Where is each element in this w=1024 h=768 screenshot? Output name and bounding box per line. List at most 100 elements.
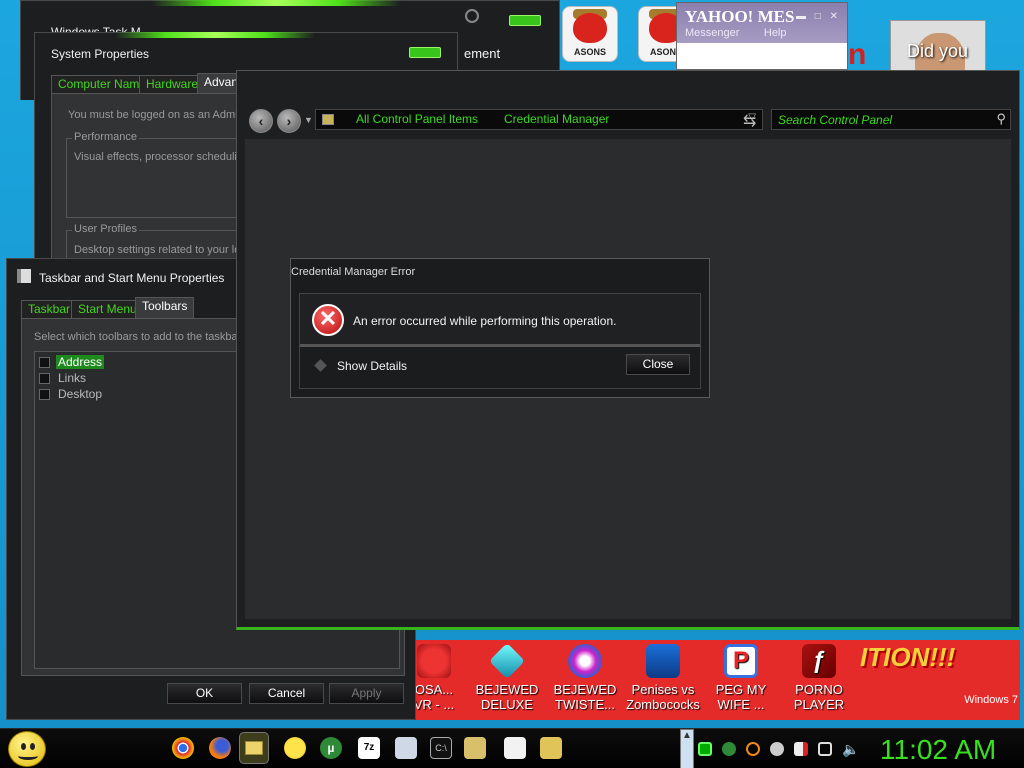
utorrent-icon[interactable]: µ [320,737,342,759]
desktop-icon-peg[interactable]: P PEG MY WIFE ... [703,644,779,712]
tab-taskbar[interactable]: Taskbar [21,300,78,319]
desktop-icon-bejeweled-deluxe[interactable]: BEJEWED DELUXE [469,642,545,712]
yahoo-window-controls[interactable]: ▬ □ ✕ [796,11,841,22]
yahoo-help-menu[interactable]: Help [764,27,787,39]
admin-notice: You must be logged on as an Admin [68,109,244,121]
address-bar[interactable]: All Control Panel Items Credential Manag… [315,109,763,130]
performance-label: Performance [72,131,139,143]
desktop-icon-osa[interactable]: OSA... VR - ... [412,644,456,712]
network-icon[interactable] [818,742,832,756]
window-controls[interactable] [509,15,541,26]
user-profiles-description: Desktop settings related to your lo [74,244,241,256]
desktop-icon-label: PEG MY WIFE ... [715,682,767,712]
action-center-icon[interactable] [794,742,808,756]
settings-icon[interactable] [464,737,486,759]
task-manager-fragment: ement [464,46,501,61]
bird-icon [417,644,451,678]
credential-manager-error-dialog[interactable]: Credential Manager Error ✕ An error occu… [290,258,710,398]
desktop-icon-bejeweled-twist[interactable]: BEJEWED TWISTE... [547,644,623,712]
7zip-icon[interactable]: 7z [358,737,380,759]
yahoo-messenger-menu[interactable]: Messenger [685,27,739,39]
toolbar-option-links[interactable]: Links [37,371,197,385]
firefox-icon[interactable] [209,737,231,759]
tab-start-menu[interactable]: Start Menu [71,300,144,319]
explorer-icon[interactable] [239,732,269,764]
folder-icon [245,741,263,755]
app-icon[interactable] [395,737,417,759]
message-area: ✕ An error occurred while performing thi… [300,294,700,350]
desktop-icon-label: OSA... VR - ... [413,682,455,712]
yahoo-panel [677,43,847,69]
chrome-icon[interactable] [172,737,194,759]
yahoo-messenger-window[interactable]: YAHOO! MES ▬ □ ✕ Messenger Help [676,2,848,70]
peggle-icon: P [724,644,758,678]
utorrent-tray-icon[interactable] [722,742,736,756]
bird-icon [573,13,607,43]
background-red-text: n [848,38,867,71]
flash-icon: ƒ [802,644,836,678]
tab-hardware[interactable]: Hardware [139,75,206,94]
dialog-title: Credential Manager Error [291,266,416,278]
close-button[interactable] [409,47,441,58]
gem-icon [488,642,526,680]
desktop-icon-label: Penises vs Zombococks [626,682,700,712]
show-details-toggle[interactable]: Show Details [314,359,408,373]
volume-icon[interactable]: 🔈 [842,742,859,756]
yahoo-logo: YAHOO! MES [685,7,795,26]
tab-computer-name[interactable]: Computer Name [51,75,154,94]
game-icon [646,644,680,678]
control-panel-icon[interactable] [540,737,562,759]
dialog-footer: Show Details Close [300,344,700,388]
desktop-icon-angry-birds-1[interactable]: ASONS [562,6,618,62]
tray-app-icon[interactable] [698,742,712,756]
toolbar-label: Links [58,371,87,385]
error-icon: ✕ [312,304,344,336]
search-box[interactable]: ⚲ [771,109,1011,130]
breadcrumb-all-items[interactable]: All Control Panel Items [356,112,478,126]
desktop-icon-label: BEJEWED TWISTE... [553,682,617,712]
cancel-button[interactable]: Cancel [249,683,324,704]
document-icon[interactable] [504,737,526,759]
search-tray-icon[interactable] [746,742,760,756]
did-you-text: Did you [907,41,969,61]
checkbox[interactable] [39,389,50,400]
toolbar-option-desktop[interactable]: Desktop [37,387,197,401]
show-hidden-icons-button[interactable]: ▲ [680,729,694,768]
start-button[interactable] [8,731,46,767]
error-message: An error occurred while performing this … [353,314,617,328]
taskbar: µ 7z C:\ ▲ 🔈 11:02 AM [0,728,1024,768]
breadcrumb-credential-manager[interactable]: Credential Manager [504,112,609,126]
show-details-label: Show Details [337,359,408,373]
user-profiles-label: User Profiles [72,223,139,235]
recent-pages-icon[interactable]: ▼ [304,115,313,125]
ok-button[interactable]: OK [167,683,242,704]
refresh-icon[interactable]: ⇆ [743,111,756,131]
window-title: System Properties [51,47,150,61]
search-icon[interactable]: ⚲ [996,111,1006,127]
tab-toolbars[interactable]: Toolbars [135,297,195,319]
windows-watermark: Windows 7 [964,694,1018,706]
checkbox[interactable] [39,357,50,368]
messenger-icon[interactable] [284,737,306,759]
clock[interactable]: 11:02 AM [880,734,996,766]
desktop-icon-label: BEJEWED DELUXE [475,682,539,712]
performance-description: Visual effects, processor schedulin [74,151,243,163]
command-prompt-icon[interactable]: C:\ [430,737,452,759]
toolbars-instruction: Select which toolbars to add to the task… [34,331,238,343]
search-input[interactable] [778,111,988,128]
desktop-icon-label: PORNO PLAYER [793,682,845,712]
expand-icon [314,359,327,372]
control-panel-icon [322,114,334,125]
gem-icon [568,644,602,678]
toolbar-option-address[interactable]: Address [37,355,197,369]
close-button[interactable]: Close [626,354,690,375]
desktop-icon-player[interactable]: ƒ PORNO PLAYER [781,644,857,712]
checkbox[interactable] [39,373,50,384]
desktop-icon-pvz[interactable]: Penises vs Zombococks [625,644,701,712]
toolbar-label: Desktop [58,387,103,401]
back-button[interactable]: ‹ [249,109,273,133]
window-icon [465,9,479,23]
forward-button[interactable]: › [277,109,301,133]
messenger-tray-icon[interactable] [770,742,784,756]
apply-button[interactable]: Apply [329,683,404,704]
